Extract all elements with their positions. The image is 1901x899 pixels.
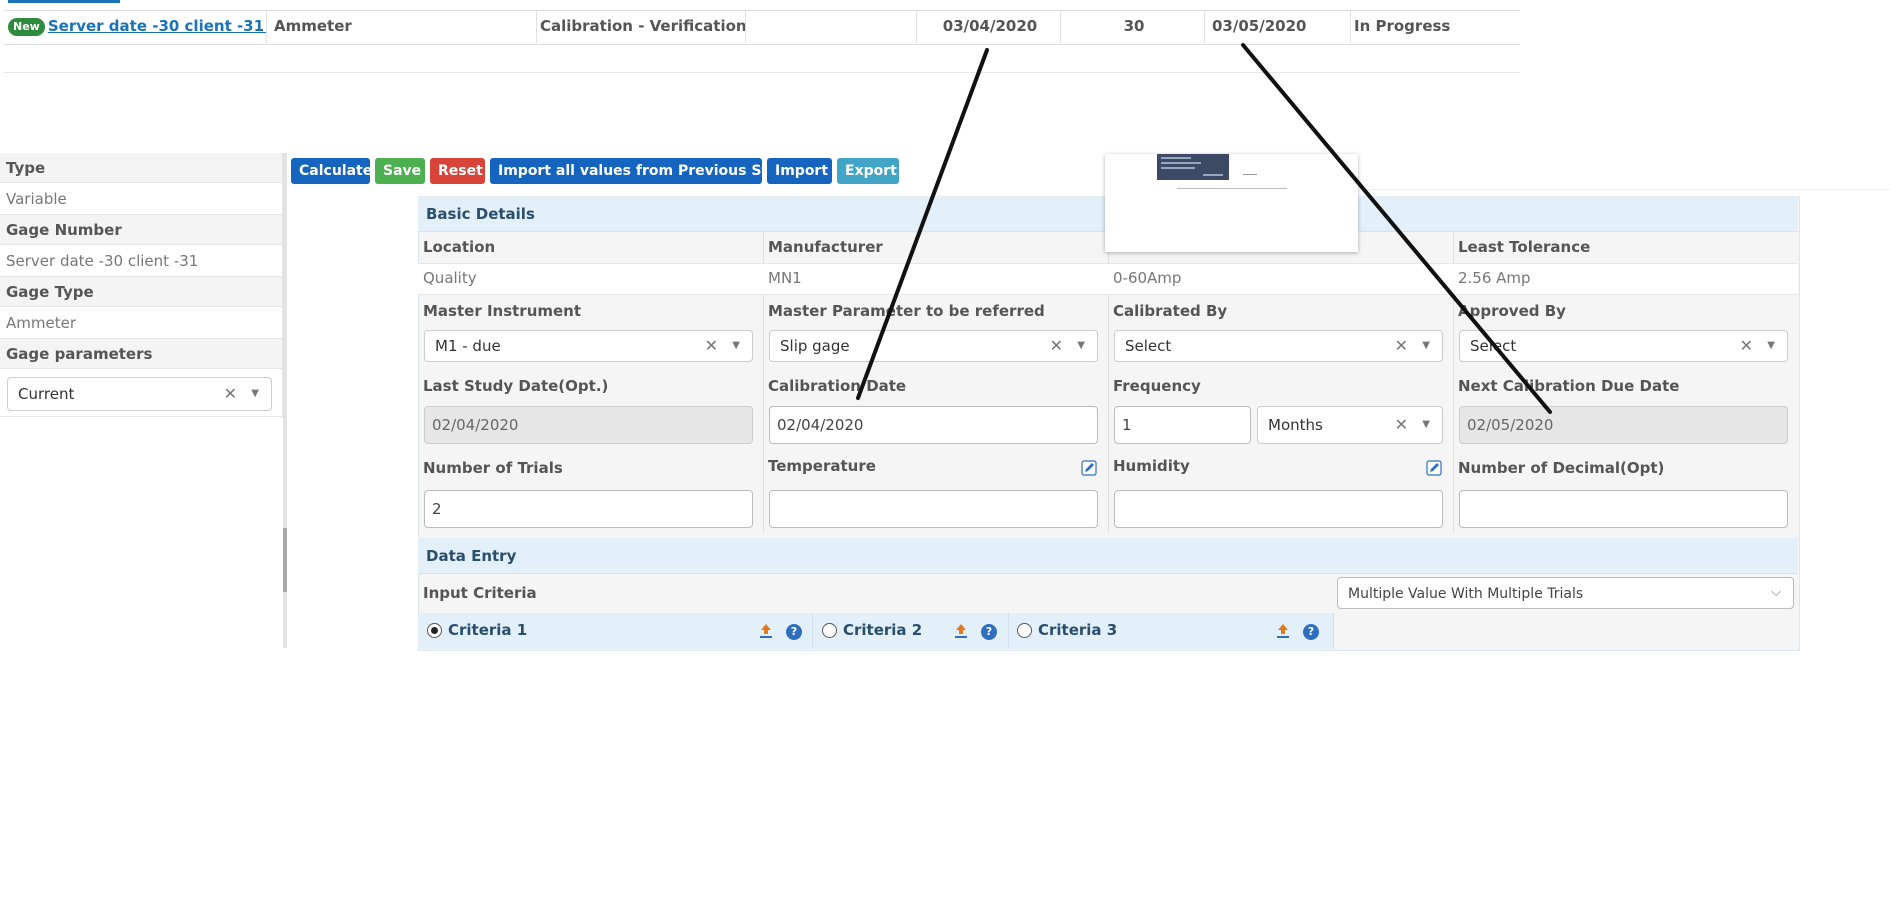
annotation-line <box>856 48 989 400</box>
annotation-overlay <box>856 43 1552 414</box>
annotation-line <box>1241 43 1552 414</box>
